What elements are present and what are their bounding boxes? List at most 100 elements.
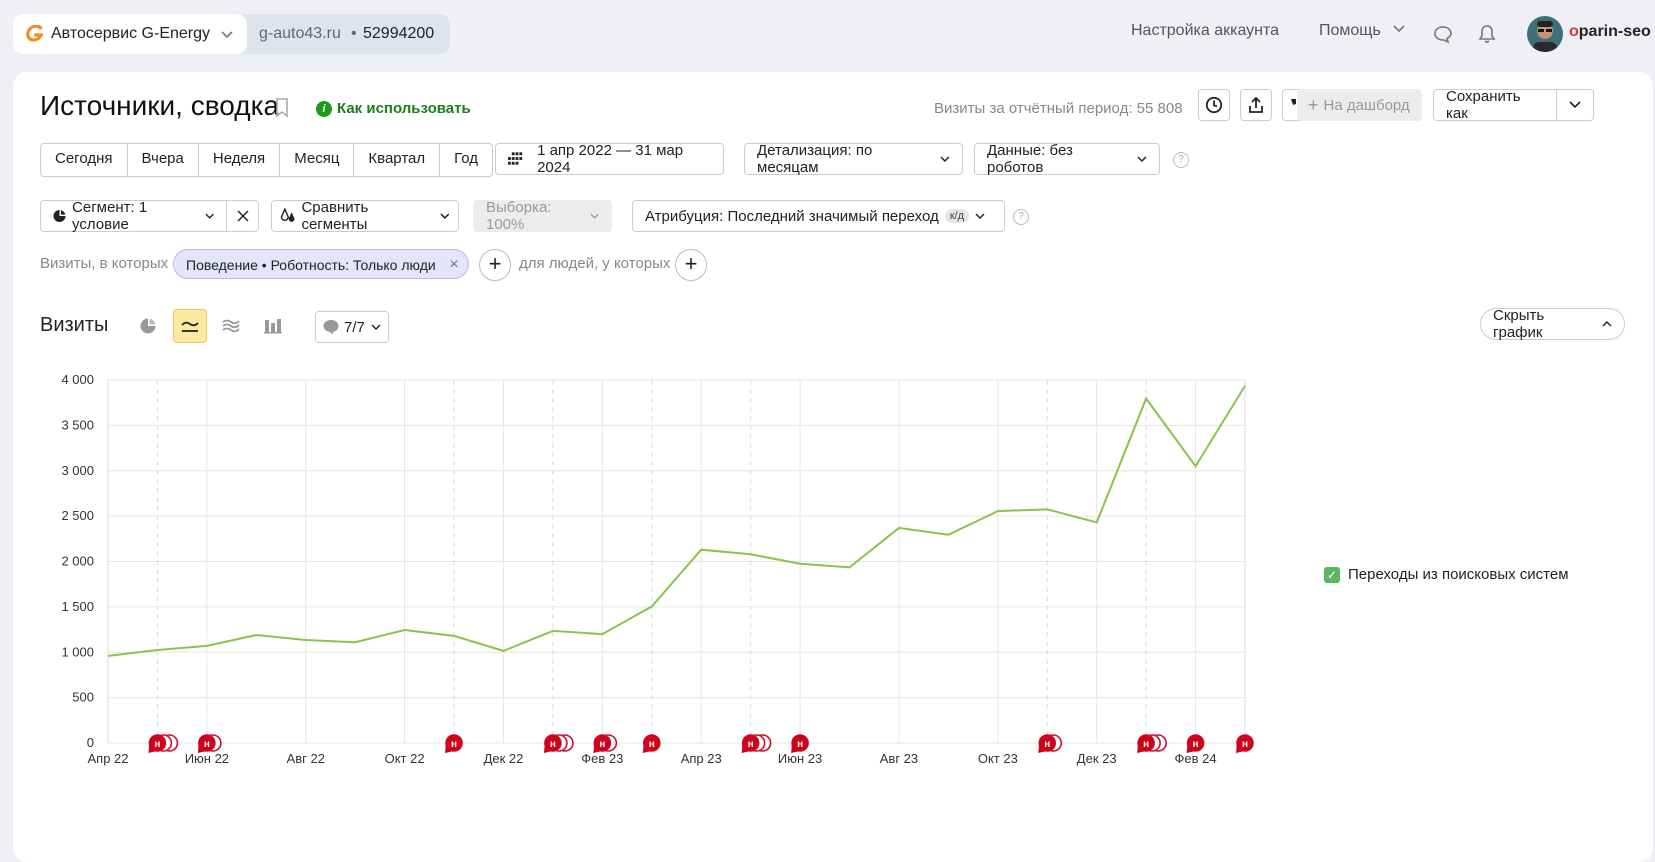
help-question-icon[interactable]: ? <box>1013 209 1029 225</box>
save-as-dropdown[interactable] <box>1556 89 1594 121</box>
hide-chart-button[interactable]: Скрыть график <box>1480 308 1625 340</box>
filter-chip-label: Поведение • Роботность: Только люди <box>186 257 436 273</box>
pie-chart-view-button[interactable] <box>131 309 165 343</box>
period-today[interactable]: Сегодня <box>41 144 128 176</box>
annotation-marker-label: н <box>649 739 655 750</box>
top-bar: Автосервис G-Energy g-auto43.ru • 529942… <box>0 0 1655 72</box>
add-visit-filter-button[interactable]: + <box>479 249 511 281</box>
calendar-grid-icon <box>508 152 525 166</box>
segment-label: Сегмент: 1 условие <box>72 199 199 233</box>
sample-dropdown[interactable]: Выборка: 100% <box>473 200 612 232</box>
legend-checkbox[interactable]: ✓ <box>1324 567 1340 583</box>
annotation-marker-label: н <box>1044 739 1050 750</box>
attribution-dropdown[interactable]: Атрибуция: Последний значимый переход к/… <box>632 200 1005 232</box>
upload-icon <box>1247 96 1265 114</box>
annotation-marker-label: н <box>1143 739 1149 750</box>
area-chart-view-button[interactable] <box>214 309 248 343</box>
add-to-dashboard-label: На дашборд <box>1324 97 1410 114</box>
username[interactable]: oparin-seo <box>1569 23 1651 41</box>
bookmark-icon[interactable] <box>275 98 289 118</box>
chevron-down-icon <box>1568 100 1582 110</box>
info-icon: i <box>316 101 332 117</box>
clear-segment-button[interactable] <box>226 200 259 232</box>
help-label: Помощь <box>1319 22 1381 39</box>
avatar[interactable] <box>1527 16 1563 52</box>
annotation-marker-label: н <box>154 739 160 750</box>
y-tick-label: 1 000 <box>61 644 94 659</box>
bar-chart-view-button[interactable] <box>256 309 290 343</box>
visits-where-label: Визиты, в которых <box>40 255 168 272</box>
counter-domain: g-auto43.ru <box>259 25 341 43</box>
counter-separator: • <box>351 25 357 43</box>
segment-dropdown[interactable]: Сегмент: 1 условие <box>40 200 227 232</box>
export-button[interactable] <box>1240 89 1272 121</box>
compare-label: Сравнить сегменты <box>301 199 434 233</box>
annotation-marker-label: н <box>599 739 605 750</box>
y-tick-label: 2 000 <box>61 554 94 569</box>
period-yesterday[interactable]: Вчера <box>128 144 199 176</box>
compare-segments-dropdown[interactable]: Сравнить сегменты <box>271 200 459 232</box>
period-selector: Сегодня Вчера Неделя Месяц Квартал Год <box>40 143 493 177</box>
date-range-picker[interactable]: 1 апр 2022 — 31 мар 2024 <box>495 143 724 175</box>
clock-icon <box>1205 96 1223 114</box>
period-quarter[interactable]: Квартал <box>354 144 440 176</box>
avatar-image <box>1527 16 1563 52</box>
x-tick-label: Авг 23 <box>880 751 918 766</box>
username-rest: parin-seo <box>1579 23 1651 40</box>
chevron-up-icon <box>1602 319 1612 329</box>
annotation-marker-label: н <box>204 739 210 750</box>
line-chart-view-button[interactable] <box>173 309 207 343</box>
attribution-label: Атрибуция: Последний значимый переход <box>645 208 939 225</box>
add-to-dashboard-button[interactable]: + На дашборд <box>1297 89 1422 121</box>
series-line <box>108 386 1245 656</box>
page-title: Источники, сводка <box>40 90 279 122</box>
annotations-dropdown[interactable]: 7/7 <box>315 311 389 343</box>
bell-icon[interactable] <box>1478 24 1496 44</box>
close-icon[interactable]: × <box>449 250 458 280</box>
x-tick-label: Июн 23 <box>778 751 822 766</box>
report-card: Источники, сводка i Как использовать Виз… <box>13 72 1653 862</box>
how-to-use-link[interactable]: i Как использовать <box>316 100 471 117</box>
chevron-down-icon <box>590 211 599 221</box>
line-chart-icon <box>181 319 199 333</box>
data-mode-dropdown[interactable]: Данные: без роботов <box>974 143 1160 175</box>
chat-icon[interactable] <box>1433 24 1453 44</box>
annotation-marker-label: н <box>550 739 556 750</box>
help-menu[interactable]: Помощь <box>1319 22 1407 40</box>
account-settings-link[interactable]: Настройка аккаунта <box>1131 22 1279 40</box>
period-month[interactable]: Месяц <box>280 144 354 176</box>
annotation-marker-label: н <box>1242 739 1248 750</box>
x-tick-label: Апр 23 <box>681 751 722 766</box>
counter-id: 52994200 <box>363 25 434 43</box>
y-tick-label: 0 <box>87 735 94 750</box>
chart-title: Визиты <box>40 314 108 337</box>
chevron-down-icon <box>371 322 381 332</box>
x-tick-label: Дек 23 <box>1077 751 1117 766</box>
chevron-down-icon <box>975 211 985 221</box>
period-week[interactable]: Неделя <box>199 144 280 176</box>
area-chart-icon <box>222 319 240 333</box>
chevron-down-icon[interactable] <box>219 26 235 42</box>
history-button[interactable] <box>1198 89 1230 121</box>
attribution-badge: к/д <box>945 209 969 223</box>
chevron-down-icon <box>205 211 214 221</box>
chart-legend: ✓ Переходы из поисковых систем <box>1324 566 1569 583</box>
save-as-button[interactable]: Сохранить как <box>1433 89 1557 121</box>
chevron-down-icon <box>1391 23 1407 35</box>
detail-label: Детализация: по месяцам <box>757 142 934 176</box>
legend-series-name: Переходы из поисковых систем <box>1348 566 1569 583</box>
chevron-down-icon <box>440 211 450 221</box>
counter-main[interactable]: Автосервис G-Energy <box>13 14 247 54</box>
chevron-down-icon <box>1137 154 1147 164</box>
detail-dropdown[interactable]: Детализация: по месяцам <box>744 143 963 175</box>
period-year[interactable]: Год <box>440 144 492 176</box>
y-tick-label: 500 <box>72 690 94 705</box>
add-people-filter-button[interactable]: + <box>675 249 707 281</box>
filter-chip[interactable]: Поведение • Роботность: Только люди × <box>173 249 469 279</box>
close-icon <box>237 210 249 222</box>
help-question-icon[interactable]: ? <box>1173 152 1189 168</box>
people-where-label: для людей, у которых <box>519 255 670 272</box>
username-first-letter: o <box>1569 23 1579 40</box>
counter-selector[interactable]: Автосервис G-Energy g-auto43.ru • 529942… <box>13 14 450 54</box>
annotation-marker-label: н <box>797 739 803 750</box>
